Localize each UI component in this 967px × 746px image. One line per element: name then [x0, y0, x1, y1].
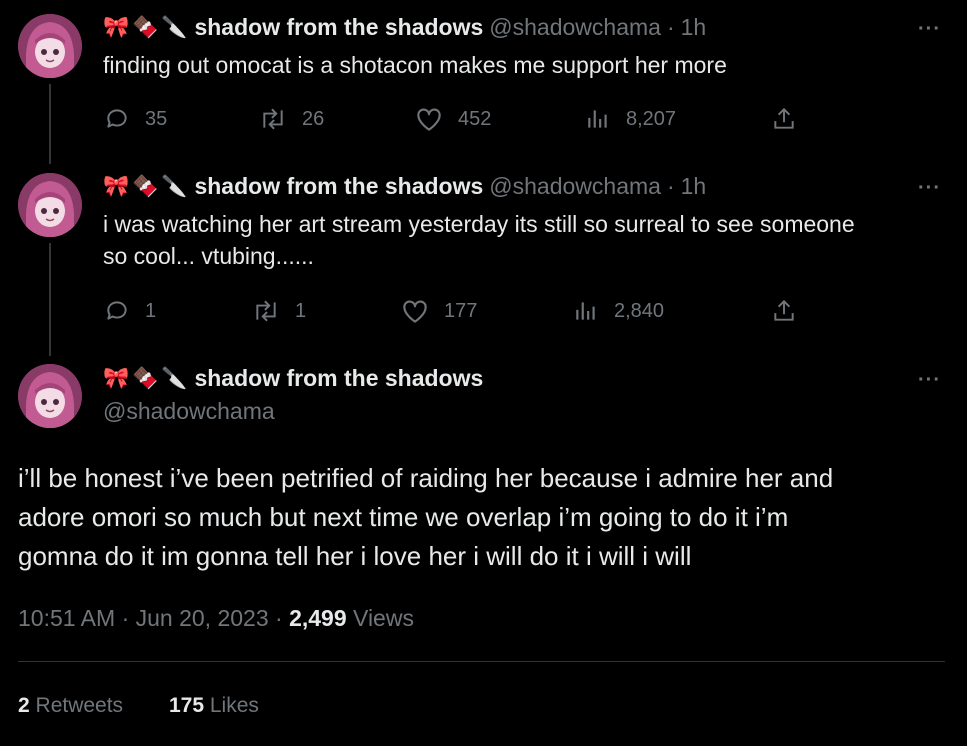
tweet-text: i was watching her art stream yesterday …: [103, 208, 943, 272]
thread-line: [49, 84, 51, 164]
retweet-count: 26: [302, 107, 325, 130]
views-chart-icon: [588, 110, 607, 128]
reply-button[interactable]: 35: [103, 106, 167, 132]
retweet-icon: [263, 108, 283, 130]
heart-icon: [417, 108, 441, 131]
ribbon-emoji: 🎀: [103, 366, 130, 390]
knife-emoji: 🔪: [161, 174, 188, 198]
knife-emoji: 🔪: [161, 15, 188, 39]
views-button[interactable]: 2,840: [572, 298, 664, 324]
tweet-text-line: so cool... vtubing......: [103, 243, 314, 269]
views-count: 2,499: [289, 605, 347, 631]
chocolate-emoji: 🍫: [132, 366, 159, 390]
tweet-text-line: finding out omocat is a shotacon makes m…: [103, 52, 727, 78]
tweet-timestamp[interactable]: 10:51 AM · Jun 20, 2023 ·: [18, 605, 289, 631]
like-button[interactable]: 452: [414, 106, 491, 132]
tweet-text-line: i’ll be honest i’ve been petrified of ra…: [18, 463, 834, 493]
tweet-meta: 10:51 AM · Jun 20, 2023 · 2,499 Views: [18, 605, 414, 632]
chocolate-emoji: 🍫: [132, 15, 159, 39]
reply-icon: [107, 301, 127, 320]
display-name[interactable]: shadow from the shadows: [194, 14, 483, 41]
likes-stat[interactable]: 175 Likes: [169, 694, 259, 718]
share-icon: [774, 107, 794, 129]
tweet-text-line: i was watching her art stream yesterday …: [103, 211, 855, 237]
retweets-count: 2: [18, 694, 30, 717]
main-tweet-text: i’ll be honest i’ve been petrified of ra…: [18, 459, 948, 576]
views-count: 2,840: [614, 299, 665, 322]
views-button[interactable]: 8,207: [584, 106, 676, 132]
avatar[interactable]: [18, 173, 82, 237]
knife-emoji: 🔪: [161, 366, 188, 390]
avatar[interactable]: [18, 14, 82, 78]
display-name[interactable]: shadow from the shadows: [194, 173, 483, 200]
reply-button[interactable]: 1: [103, 298, 156, 324]
handle[interactable]: @shadowchama: [103, 398, 275, 425]
tweet-header: 🎀 🍫 🔪 shadow from the shadows @shadowcha…: [103, 14, 706, 41]
more-options-icon[interactable]: ···: [918, 18, 941, 41]
reply-count: 35: [145, 107, 168, 130]
tweet-time[interactable]: 1h: [681, 14, 707, 41]
tweet-header: 🎀 🍫 🔪 shadow from the shadows @shadowcha…: [103, 173, 706, 200]
like-count: 452: [458, 107, 492, 130]
likes-count: 175: [169, 694, 205, 717]
views-chart-icon: [576, 302, 595, 320]
divider: [18, 661, 945, 662]
views-label: Views: [346, 605, 414, 631]
main-tweet-header: 🎀 🍫 🔪 shadow from the shadows: [103, 365, 483, 392]
avatar[interactable]: [18, 364, 82, 428]
tweet-time[interactable]: 1h: [681, 173, 707, 200]
handle[interactable]: @shadowchama: [489, 14, 661, 41]
retweets-stat[interactable]: 2 Retweets: [18, 694, 123, 718]
like-button[interactable]: 177: [400, 298, 477, 324]
tweet-text: finding out omocat is a shotacon makes m…: [103, 49, 943, 81]
retweet-count: 1: [295, 299, 307, 322]
share-button[interactable]: [771, 106, 811, 132]
handle[interactable]: @shadowchama: [489, 173, 661, 200]
thread-line: [49, 243, 51, 356]
separator-dot: ·: [666, 173, 675, 199]
more-options-icon[interactable]: ···: [918, 177, 941, 200]
tweet-text-line: gomna do it im gonna tell her i love her…: [18, 541, 692, 571]
chocolate-emoji: 🍫: [132, 174, 159, 198]
share-button[interactable]: [771, 298, 811, 324]
share-icon: [774, 299, 794, 321]
reply-icon: [107, 109, 127, 128]
heart-icon: [403, 300, 427, 323]
display-name[interactable]: shadow from the shadows: [194, 365, 483, 392]
ribbon-emoji: 🎀: [103, 174, 130, 198]
ribbon-emoji: 🎀: [103, 15, 130, 39]
retweets-label: Retweets: [29, 694, 124, 717]
like-count: 177: [444, 299, 478, 322]
separator-dot: ·: [666, 14, 675, 40]
tweet-text-line: adore omori so much but next time we ove…: [18, 502, 789, 532]
likes-label: Likes: [204, 694, 259, 717]
more-options-icon[interactable]: ···: [918, 369, 941, 392]
retweet-button[interactable]: 1: [251, 298, 306, 324]
retweet-button[interactable]: 26: [258, 106, 324, 132]
views-count: 8,207: [626, 107, 677, 130]
retweet-icon: [256, 300, 276, 322]
reply-count: 1: [145, 299, 157, 322]
